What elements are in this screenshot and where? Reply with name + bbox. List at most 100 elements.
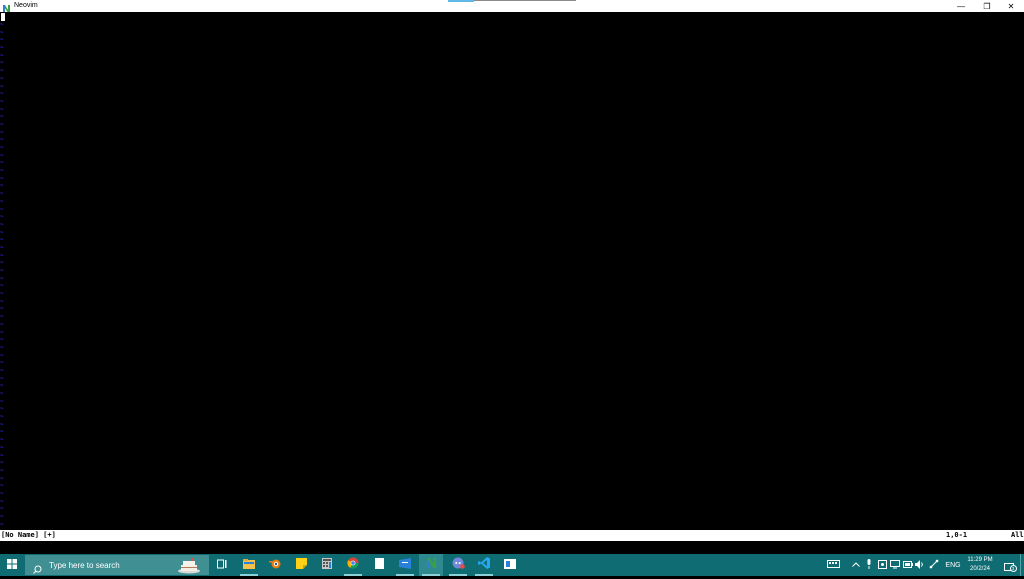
empty-line-tilde: ~	[0, 190, 4, 198]
empty-line-tilde: ~	[0, 251, 4, 259]
empty-line-tilde: ~	[0, 82, 4, 90]
restore-button[interactable]: ❐	[974, 0, 1000, 12]
title-accent-bar	[448, 0, 474, 2]
empty-line-tilde: ~	[0, 259, 4, 267]
empty-line-tilde: ~	[0, 282, 4, 290]
speaker-icon	[915, 559, 925, 571]
show-desktop-divider[interactable]	[1020, 554, 1021, 576]
search-placeholder: Type here to search	[49, 560, 120, 570]
notification-icon: 3	[1003, 560, 1017, 572]
taskbar-app-neovim[interactable]	[419, 554, 443, 576]
clock-time: 11:29 PM	[967, 557, 993, 563]
empty-line-tilde: ~	[0, 213, 4, 221]
volume-tray[interactable]	[914, 554, 926, 576]
onedrive-tray[interactable]	[876, 554, 888, 576]
empty-line-tilde: ~	[0, 428, 4, 436]
empty-line-tilde: ~	[0, 59, 4, 67]
empty-line-tilde: ~	[0, 513, 4, 520]
minimize-button[interactable]: —	[948, 0, 974, 12]
empty-line-tilde: ~	[0, 397, 4, 405]
empty-line-tilde: ~	[0, 343, 4, 351]
empty-line-tilde: ~	[0, 297, 4, 305]
empty-line-tilde: ~	[0, 36, 4, 44]
text-cursor	[1, 13, 5, 21]
empty-line-tilde: ~	[0, 28, 4, 36]
empty-line-tilde: ~	[0, 174, 4, 182]
empty-line-tilde: ~	[0, 243, 4, 251]
chrome-icon	[347, 556, 359, 574]
empty-line-tilde: ~	[0, 305, 4, 313]
neovim-icon	[426, 556, 437, 574]
task-view-button[interactable]	[210, 554, 234, 576]
blender-icon	[269, 556, 281, 574]
empty-line-tilde: ~	[0, 328, 4, 336]
taskbar-app-sticky-notes[interactable]	[289, 554, 313, 576]
taskbar-app-file-explorer[interactable]	[237, 554, 261, 576]
empty-line-tilde: ~	[0, 374, 4, 382]
empty-line-tilde: ~	[0, 67, 4, 75]
empty-line-tilde: ~	[0, 90, 4, 98]
empty-line-tilde: ~	[0, 144, 4, 151]
empty-line-tilde: ~	[0, 390, 4, 397]
empty-line-tilde: ~	[0, 182, 4, 190]
search-icon	[33, 561, 42, 574]
editor-area[interactable]: ~ ~ ~ ~ ~ ~ ~ ~ ~ ~ ~ ~ ~ ~ ~ ~ ~ ~ ~ ~ ~ ~ ~ ~ ~ ~ ~ ~ ~ ~ ~ ~ ~ ~ ~ ~ ~ ~ ~ ~…	[0, 12, 1024, 530]
empty-line-tilde: ~	[0, 120, 4, 128]
empty-line-tilde: ~	[0, 505, 4, 513]
scroll-percent: All	[1011, 531, 1024, 539]
clock-date: 20/2/24	[969, 566, 991, 572]
empty-line-tilde: ~	[0, 205, 4, 213]
empty-line-tilde: ~	[0, 197, 4, 205]
discord-icon	[452, 556, 465, 574]
empty-line-tilde: ~	[0, 336, 4, 344]
empty-line-tilde: ~	[0, 136, 4, 144]
empty-line-tilde: ~	[0, 436, 4, 444]
show-hidden-icons-button[interactable]	[850, 554, 862, 576]
taskbar-app-window[interactable]	[498, 554, 522, 576]
start-button[interactable]	[0, 554, 24, 576]
empty-line-tilde: ~	[0, 459, 4, 467]
empty-line-tilde: ~	[0, 451, 4, 459]
empty-line-tilde: ~	[0, 274, 4, 282]
close-button[interactable]: ✕	[998, 0, 1024, 12]
notepad-icon	[374, 556, 384, 574]
buffer-name: [No Name] [+]	[1, 531, 56, 539]
display-icon	[890, 559, 900, 571]
title-divider	[474, 0, 576, 1]
taskbar-app-calculator[interactable]	[315, 554, 339, 576]
sticky-notes-icon	[295, 556, 307, 574]
taskbar-app-chrome[interactable]	[341, 554, 365, 576]
empty-line-markers: ~ ~ ~ ~ ~ ~ ~ ~ ~ ~ ~ ~ ~ ~ ~ ~ ~ ~ ~ ~ ~ ~ ~ ~ ~ ~ ~ ~ ~ ~ ~ ~ ~ ~ ~ ~ ~ ~ ~ ~…	[0, 21, 6, 529]
title-bar[interactable]: Neovim — ❐ ✕	[0, 0, 1024, 13]
network-tray[interactable]	[928, 554, 940, 576]
empty-line-tilde: ~	[0, 320, 4, 328]
empty-line-tilde: ~	[0, 351, 4, 359]
taskbar-app-discord[interactable]	[446, 554, 470, 576]
search-highlight-cake-icon[interactable]	[177, 556, 201, 574]
empty-line-tilde: ~	[0, 151, 4, 159]
meet-now-tray[interactable]	[824, 554, 842, 576]
taskbar-app-blender[interactable]	[263, 554, 287, 576]
display-tray[interactable]	[889, 554, 901, 576]
keyboard-icon	[826, 560, 840, 570]
empty-line-tilde: ~	[0, 113, 4, 121]
language-indicator[interactable]: ENG	[943, 554, 963, 576]
search-box[interactable]: Type here to search	[25, 555, 209, 575]
system-clock[interactable]: 11:29 PM 20/2/24	[963, 556, 997, 574]
empty-line-tilde: ~	[0, 420, 4, 428]
empty-line-tilde: ~	[0, 267, 4, 274]
app-window-icon	[504, 556, 516, 574]
command-line[interactable]	[0, 541, 1024, 554]
empty-line-tilde: ~	[0, 520, 4, 528]
empty-line-tilde: ~	[0, 74, 4, 82]
chevron-up-icon	[852, 561, 860, 569]
battery-tray[interactable]	[902, 554, 914, 576]
empty-line-tilde: ~	[0, 466, 4, 474]
taskbar-app-notepad[interactable]	[367, 554, 391, 576]
microphone-tray[interactable]	[863, 554, 875, 576]
empty-line-tilde: ~	[0, 228, 4, 236]
taskbar-app-store[interactable]	[393, 554, 417, 576]
action-center-button[interactable]: 3	[1000, 554, 1018, 576]
taskbar-app-vscode[interactable]	[472, 554, 496, 576]
empty-line-tilde: ~	[0, 21, 4, 28]
